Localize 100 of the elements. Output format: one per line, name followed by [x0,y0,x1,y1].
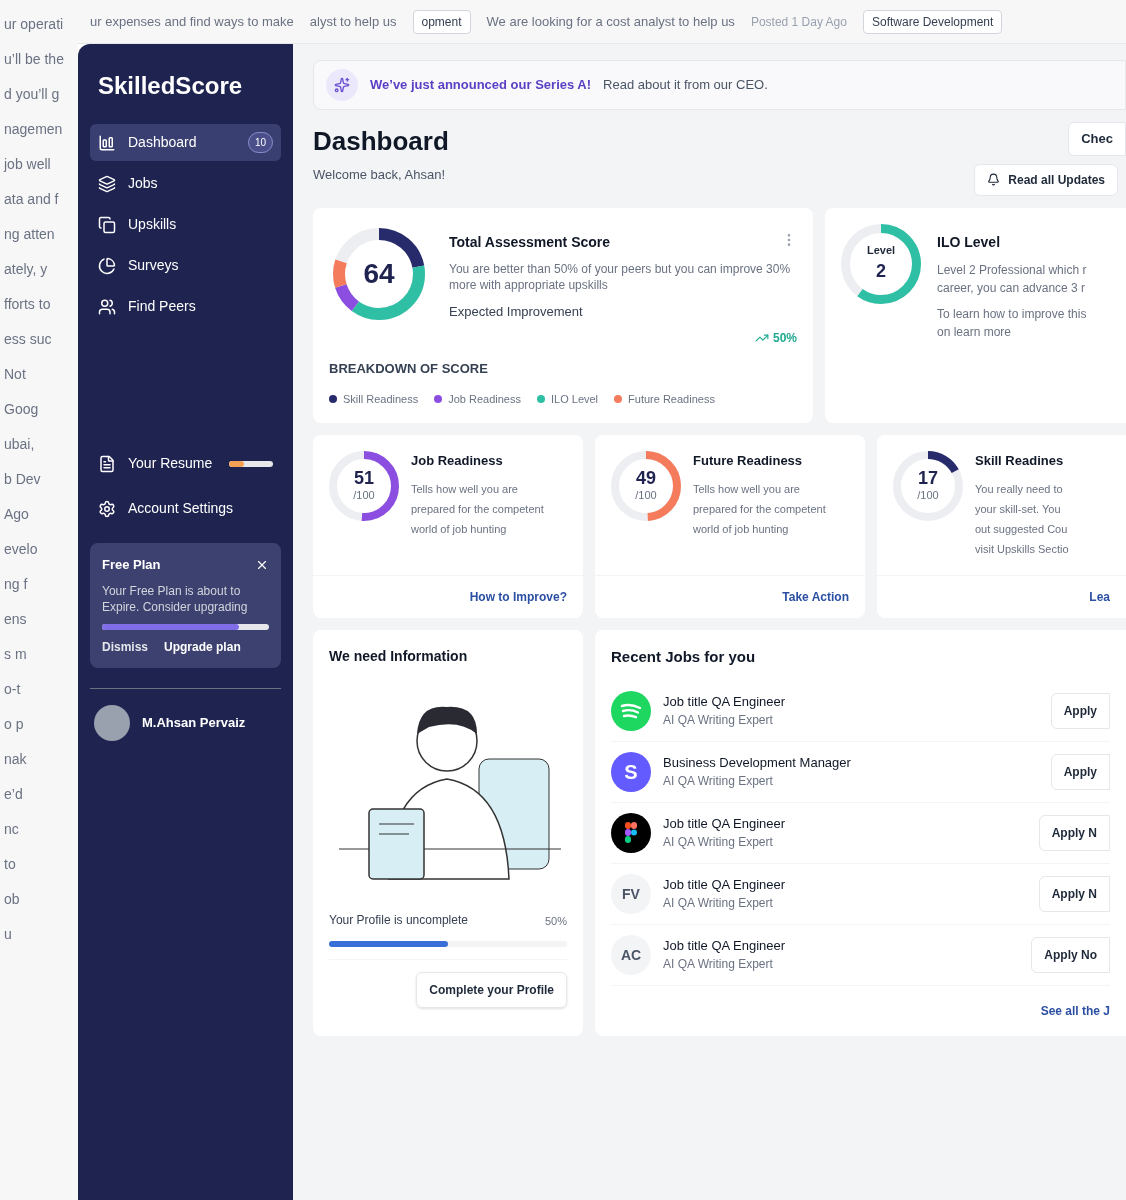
card-link[interactable]: Lea [1089,588,1110,606]
background-text: Not [4,365,27,384]
background-text: nagemen [4,120,64,139]
copy-icon [98,215,116,234]
background-text: job well [4,155,52,174]
welcome-text: Welcome back, Ahsan! [313,166,446,184]
pie-chart-icon [98,256,116,275]
nav-item[interactable]: Upskills [90,206,281,243]
nav-item[interactable]: Dashboard 10 [90,124,281,161]
background-text: u [4,925,13,944]
card-link[interactable]: Take Action [782,588,849,606]
background-text: evelo [4,540,39,559]
background-text: ens [4,610,28,629]
legend-label: Future Readiness [628,391,715,407]
job-subtitle: AI QA Writing Expert [663,773,774,791]
progress-label: Your Profile is uncomplete [329,912,468,929]
resume-link[interactable]: Your Resume [90,445,281,482]
improvement-label: Expected Improvement [449,302,584,321]
progress-ring [893,451,963,521]
dismiss-button[interactable]: Dismiss [102,637,149,656]
check-button[interactable]: Chec [1068,122,1126,156]
ring-value: 2 [876,260,886,284]
improvement-value: 50% [772,330,797,347]
card-title: Job Readiness [411,452,504,470]
plan-message: Your Free Plan is about to Expire. Consider upgrading [102,582,249,616]
document-icon [98,454,116,473]
ring-max: /100 [353,487,375,503]
chart-icon [98,133,116,152]
shapes-logo-icon [611,812,651,853]
card-text: prepared for the competent [693,501,826,517]
read-updates-button[interactable]: Read all Updates [974,163,1118,196]
nav-item[interactable]: Surveys [90,247,281,284]
announcement-title: We’ve just announced our Series A! [370,76,592,95]
company-logo: S [611,751,651,792]
complete-profile-button[interactable]: Complete your Profile [416,972,567,1008]
progress-ring [329,451,399,521]
card-text: Tells how well you are [693,481,801,497]
background-text: ng atten [4,225,56,244]
logo: SkilledScore [97,71,244,101]
sound-waves-logo-icon [611,690,651,731]
background-text: o-t [4,680,22,699]
background-text: fforts to [4,295,52,314]
background-tag: Software Development [862,9,1003,34]
page-title: Dashboard [313,125,449,158]
card-title: ILO Level [937,232,1002,252]
announcement-text: Read about it from our CEO. [603,76,768,95]
job-subtitle: AI QA Writing Expert [663,712,774,730]
company-initials: FV [611,873,651,914]
background-text: s m [4,645,28,664]
apply-button[interactable]: Apply N [1038,875,1110,912]
settings-link[interactable]: Account Settings [90,490,281,527]
legend-label: ILO Level [551,391,599,407]
legend-label: Job Readiness [448,391,521,407]
ring-value: 17 [918,468,938,487]
see-all-link[interactable]: See all the J [1040,1001,1110,1020]
background-tag: opment [412,9,471,34]
background-text: Goog [4,400,40,419]
breakdown-title: BREAKDOWN OF SCORE [329,360,489,378]
legend-label: Skill Readiness [343,391,419,407]
job-title: Job title QA Engineer [663,814,787,833]
card-text: career, you can advance 3 r [937,279,1087,297]
background-text: d you’ll g [4,85,61,104]
settings-icon [98,499,116,518]
nav-item[interactable]: Jobs [90,165,281,202]
apply-button[interactable]: Apply [1050,753,1110,790]
upgrade-button[interactable]: Upgrade plan [164,637,241,656]
job-subtitle: AI QA Writing Expert [663,895,774,913]
background-text: ata and f [4,190,60,209]
card-link[interactable]: How to Improve? [469,588,567,606]
background-text: nc [4,820,20,839]
ring-value: 51 [354,468,374,487]
background-text: ng f [4,575,29,594]
card-text: world of job hunting [411,521,508,537]
job-title: Job title QA Engineer [663,692,787,711]
sparkles-icon [334,77,350,93]
user-name: M.Ahsan Pervaiz [142,713,246,732]
card-text: visit Upskills Sectio [975,541,1069,557]
bell-icon [987,173,1001,186]
background-text: We are looking for a cost analyst to help us [486,12,735,31]
background-text: to [4,855,17,874]
apply-button[interactable]: Apply N [1038,814,1110,851]
background-text: u’ll be the [4,50,65,69]
job-title: Business Development Manager [663,753,852,772]
card-text: world of job hunting [693,521,790,537]
resume-progress [229,460,273,467]
score-value: 64 [363,256,395,291]
background-text: ur expenses and find ways to make [90,12,294,31]
background-text: b Dev [4,470,42,489]
apply-button[interactable]: Apply No [1031,936,1110,973]
nav-item[interactable]: Find Peers [90,288,281,325]
score-description: You are better than 50% of your peers but you can improve 30% more with appropriate upskills [449,260,792,294]
ring-max: /100 [917,487,939,503]
background-text: Posted 1 Day Ago [750,13,847,31]
apply-button[interactable]: Apply [1050,692,1110,729]
company-initials: AC [611,934,651,975]
card-title: Future Readiness [693,452,804,470]
count-badge: 10 [247,132,273,153]
background-text: ubai, [4,435,36,454]
background-text: o p [4,715,25,734]
ring-caption: Level [866,242,896,258]
